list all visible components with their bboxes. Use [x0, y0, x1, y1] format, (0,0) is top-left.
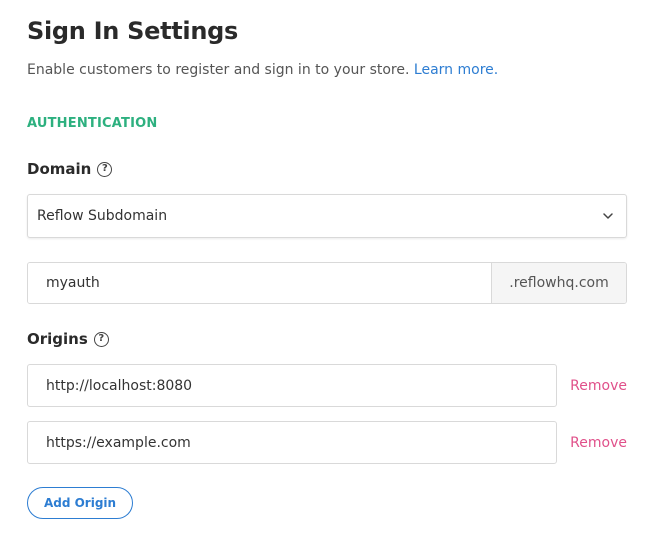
domain-label-text: Domain: [27, 160, 92, 178]
origin-row: Remove: [27, 364, 627, 407]
origins-label: Origins ?: [27, 330, 109, 348]
subdomain-input-group: .reflowhq.com: [27, 262, 627, 304]
domain-label: Domain ?: [27, 160, 113, 178]
question-circle-icon[interactable]: ?: [97, 161, 113, 177]
origin-input[interactable]: [27, 421, 557, 464]
subdomain-suffix: .reflowhq.com: [491, 263, 626, 303]
domain-select-value: Reflow Subdomain: [37, 208, 168, 224]
section-heading-authentication: AUTHENTICATION: [27, 116, 158, 131]
learn-more-link[interactable]: Learn more.: [414, 62, 498, 78]
chevron-down-icon: [603, 213, 613, 219]
origin-input[interactable]: [27, 364, 557, 407]
remove-origin-button[interactable]: Remove: [570, 378, 627, 394]
page-subtitle: Enable customers to register and sign in…: [27, 62, 498, 78]
add-origin-button[interactable]: Add Origin: [27, 487, 133, 519]
page-title: Sign In Settings: [27, 17, 238, 45]
remove-origin-button[interactable]: Remove: [570, 435, 627, 451]
subdomain-input[interactable]: [28, 263, 491, 303]
domain-select[interactable]: Reflow Subdomain: [27, 194, 627, 238]
subtitle-text: Enable customers to register and sign in…: [27, 62, 410, 78]
origin-row: Remove: [27, 421, 627, 464]
question-circle-icon[interactable]: ?: [93, 331, 109, 347]
origins-label-text: Origins: [27, 330, 88, 348]
